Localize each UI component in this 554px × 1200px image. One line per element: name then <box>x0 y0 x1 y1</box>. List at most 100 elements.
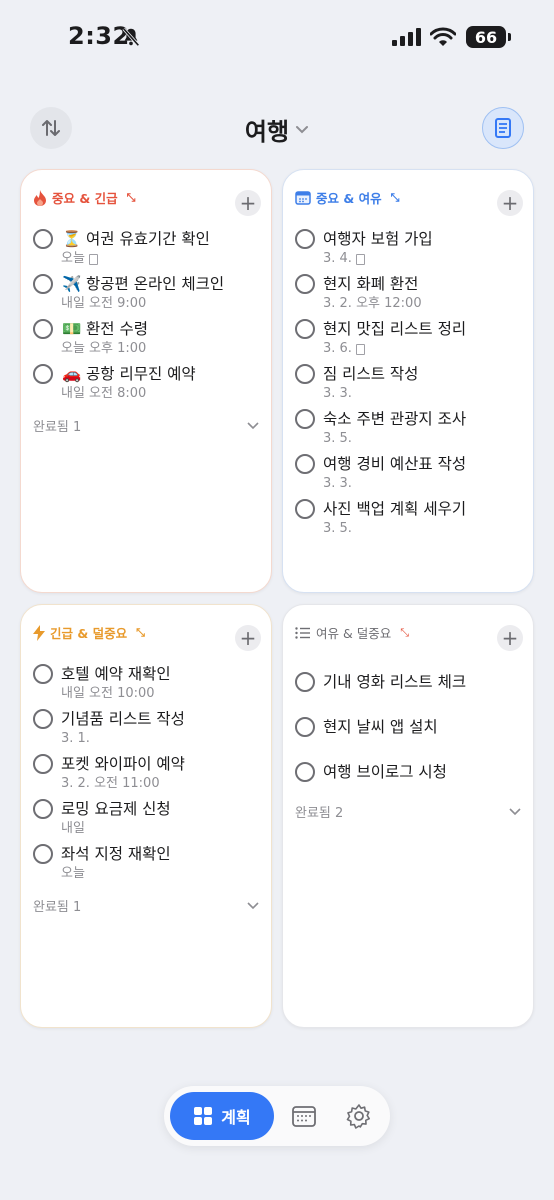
task-checkbox[interactable] <box>295 319 315 339</box>
list-icon <box>295 626 310 639</box>
task-title: 여권 유효기간 확인 <box>86 230 210 248</box>
task-item[interactable]: 포켓 와이파이 예약 3. 2. 오전 11:00 <box>33 753 263 798</box>
task-checkbox[interactable] <box>33 799 53 819</box>
task-title: 여행 브이로그 시청 <box>323 763 447 781</box>
signal-icon <box>392 28 421 46</box>
note-attached-icon <box>355 343 365 355</box>
note-attached-icon <box>88 253 98 265</box>
expand-icon[interactable]: ⤡ <box>136 626 145 640</box>
task-item[interactable]: 여행 브이로그 시청 <box>295 761 525 806</box>
task-due: 3. 3. <box>323 386 352 401</box>
quadrant-not-urgent-not-important[interactable]: 여유 & 덜중요 ⤡ + 기내 영화 리스트 체크 현지 날씨 앱 설치 여행 … <box>282 604 534 1028</box>
task-checkbox[interactable] <box>33 754 53 774</box>
task-checkbox[interactable] <box>33 664 53 684</box>
quadrant-important-urgent[interactable]: 중요 & 긴급 ⤡ + ⏳ 여권 유효기간 확인 오늘 ✈️ 항공편 온라인 체크인… <box>20 169 272 593</box>
task-checkbox[interactable] <box>33 364 53 384</box>
list-selector[interactable]: 여행 <box>0 112 554 147</box>
note-button[interactable] <box>482 107 524 149</box>
task-checkbox[interactable] <box>33 319 53 339</box>
task-checkbox[interactable] <box>295 229 315 249</box>
task-item[interactable]: 현지 맛집 리스트 정리 3. 6. <box>295 318 525 363</box>
task-checkbox[interactable] <box>295 364 315 384</box>
quadrant-header: 중요 & 여유 ⤡ <box>295 188 399 207</box>
task-item[interactable]: 기념품 리스트 작성 3. 1. <box>33 708 263 753</box>
task-due: 내일 오전 10:00 <box>61 686 155 701</box>
quadrant-important-not-urgent[interactable]: 중요 & 여유 ⤡ + 여행자 보험 가입 3. 4. 현지 화폐 환전 3. … <box>282 169 534 593</box>
fire-icon <box>34 189 46 206</box>
task-checkbox[interactable] <box>33 229 53 249</box>
battery-level: 66 <box>474 27 498 47</box>
task-title: 로밍 요금제 신청 <box>61 800 171 818</box>
task-checkbox[interactable] <box>295 409 315 429</box>
task-checkbox[interactable] <box>295 717 315 737</box>
task-item[interactable]: 💵 환전 수령 오늘 오후 1:00 <box>33 318 263 363</box>
tab-calendar[interactable] <box>292 1105 316 1131</box>
task-title: 현지 날씨 앱 설치 <box>323 718 438 736</box>
quadrant-urgent-not-important[interactable]: 긴급 & 덜중요 ⤡ + 호텔 예약 재확인 내일 오전 10:00 기념품 리… <box>20 604 272 1028</box>
task-item[interactable]: 로밍 요금제 신청 내일 <box>33 798 263 843</box>
grid-icon <box>194 1107 213 1125</box>
task-checkbox[interactable] <box>33 844 53 864</box>
task-emoji: ✈️ <box>62 275 82 293</box>
settings-icon <box>346 1104 370 1129</box>
task-title: 현지 맛집 리스트 정리 <box>323 320 467 338</box>
expand-icon[interactable]: ⤡ <box>400 626 409 640</box>
completed-toggle[interactable]: 완료됨 2 <box>295 802 521 821</box>
quadrant-label: 중요 & 긴급 <box>52 191 118 206</box>
completed-toggle[interactable]: 완료됨 1 <box>33 416 259 435</box>
quadrant-label: 중요 & 여유 <box>316 191 382 206</box>
add-task-button[interactable]: + <box>235 190 261 216</box>
task-due: 3. 4. <box>323 251 352 266</box>
task-item[interactable]: 호텔 예약 재확인 내일 오전 10:00 <box>33 663 263 708</box>
task-item[interactable]: ✈️ 항공편 온라인 체크인 내일 오전 9:00 <box>33 273 263 318</box>
task-title: 기념품 리스트 작성 <box>61 710 185 728</box>
completed-label: 완료됨 1 <box>33 420 82 435</box>
task-due: 3. 5. <box>323 521 352 536</box>
task-checkbox[interactable] <box>33 709 53 729</box>
task-item[interactable]: 좌석 지정 재확인 오늘 <box>33 843 263 888</box>
task-item[interactable]: 숙소 주변 관광지 조사 3. 5. <box>295 408 525 453</box>
task-item[interactable]: 기내 영화 리스트 체크 <box>295 671 525 716</box>
chevron-down-icon <box>247 901 259 909</box>
task-due: 오늘 <box>61 251 85 266</box>
task-title: 공항 리무진 예약 <box>86 365 196 383</box>
add-task-button[interactable]: + <box>235 625 261 651</box>
bolt-icon <box>33 624 45 641</box>
task-item[interactable]: ⏳ 여권 유효기간 확인 오늘 <box>33 228 263 273</box>
task-item[interactable]: 여행 경비 예산표 작성 3. 3. <box>295 453 525 498</box>
tab-plan[interactable]: 계획 <box>170 1092 274 1140</box>
task-checkbox[interactable] <box>295 762 315 782</box>
plus-icon: + <box>239 626 257 650</box>
page-title: 여행 <box>244 118 290 146</box>
wifi-icon <box>430 27 456 46</box>
task-checkbox[interactable] <box>295 499 315 519</box>
task-item[interactable]: 현지 날씨 앱 설치 <box>295 716 525 761</box>
task-title: 여행 경비 예산표 작성 <box>323 455 467 473</box>
task-item[interactable]: 🚗 공항 리무진 예약 내일 오전 8:00 <box>33 363 263 408</box>
add-task-button[interactable]: + <box>497 190 523 216</box>
task-item[interactable]: 짐 리스트 작성 3. 3. <box>295 363 525 408</box>
task-checkbox[interactable] <box>33 274 53 294</box>
task-item[interactable]: 사진 백업 계획 세우기 3. 5. <box>295 498 525 543</box>
expand-icon[interactable]: ⤡ <box>391 191 400 205</box>
completed-toggle[interactable]: 완료됨 1 <box>33 896 259 915</box>
task-title: 숙소 주변 관광지 조사 <box>323 410 467 428</box>
task-item[interactable]: 여행자 보험 가입 3. 4. <box>295 228 525 273</box>
note-icon <box>495 118 511 138</box>
task-checkbox[interactable] <box>295 454 315 474</box>
header: 여행 <box>0 104 554 152</box>
bottom-nav: 계획 <box>164 1086 390 1146</box>
quadrant-header: 중요 & 긴급 ⤡ <box>33 188 135 207</box>
quadrant-label: 여유 & 덜중요 <box>316 626 392 641</box>
task-checkbox[interactable] <box>295 274 315 294</box>
tab-settings[interactable] <box>346 1103 372 1133</box>
task-due: 3. 2. 오전 11:00 <box>61 776 160 791</box>
tab-plan-label: 계획 <box>221 1108 251 1127</box>
add-task-button[interactable]: + <box>497 625 523 651</box>
task-item[interactable]: 현지 화폐 환전 3. 2. 오후 12:00 <box>295 273 525 318</box>
task-title: 짐 리스트 작성 <box>323 365 419 383</box>
task-due: 오늘 <box>61 866 85 881</box>
task-checkbox[interactable] <box>295 672 315 692</box>
expand-icon[interactable]: ⤡ <box>127 191 136 205</box>
calendar-icon <box>295 191 311 205</box>
